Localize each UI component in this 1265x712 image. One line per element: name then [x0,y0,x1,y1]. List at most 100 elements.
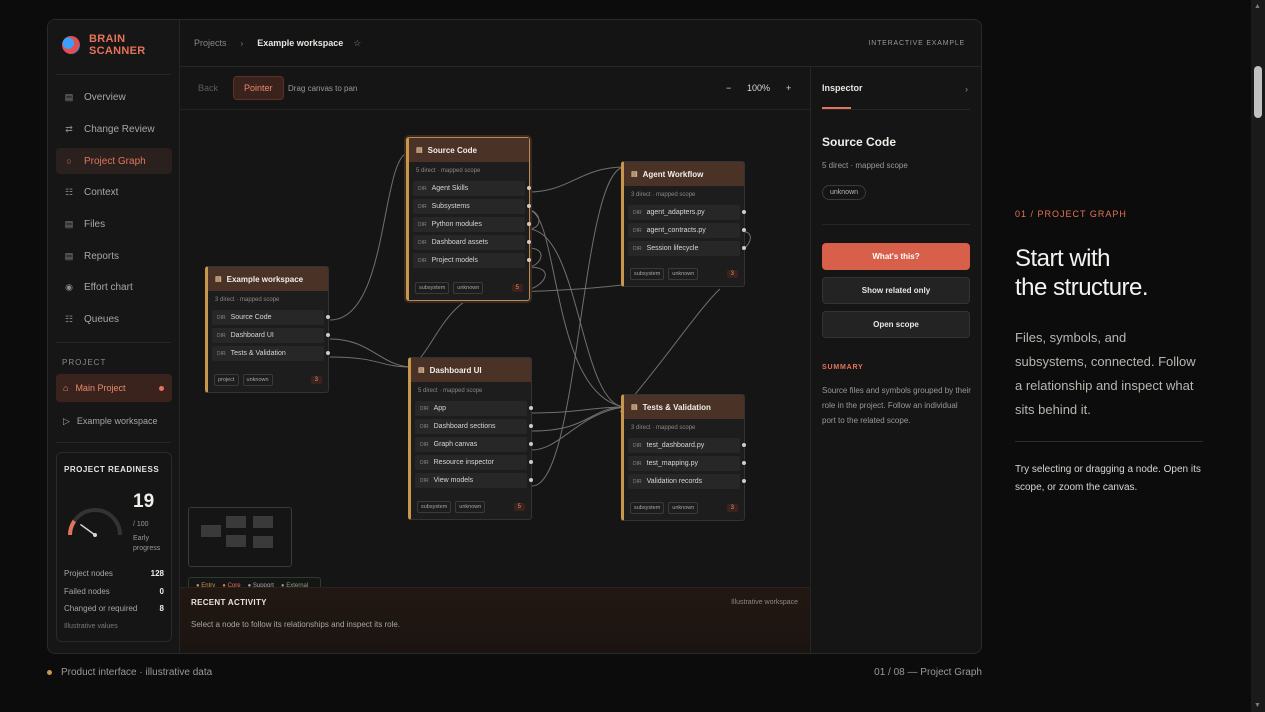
readiness-title: PROJECT READINESS [64,465,160,474]
divider [56,74,171,75]
nav-change-review[interactable]: ⇄ Change Review [56,116,172,142]
hero-kicker: 01 / PROJECT GRAPH [1015,209,1127,219]
nav-project-graph[interactable]: ○ Project Graph [56,148,172,174]
interactive-example-badge: INTERACTIVE EXAMPLE [868,39,965,47]
node-row[interactable]: DIR Dashboard assets [413,235,531,250]
node-row[interactable]: DIR Resource inspector [415,455,533,470]
node-row[interactable]: DIR Project models [413,253,531,268]
status-badge: unknown [822,185,867,200]
project-main[interactable]: ⌂ Main Project [56,374,172,402]
divider [56,442,171,443]
divider [56,342,171,343]
nav-context[interactable]: ☷ Context [56,179,172,205]
nav-overview[interactable]: ▤ Overview [56,84,172,110]
inspector-panel: Inspector › Source Code 5 direct · mappe… [810,67,981,653]
effort-chart-icon: ◉ [65,281,73,292]
node-row[interactable]: DIR test_dashboard.py [628,438,746,453]
project-section-label: PROJECT [62,358,107,367]
minimap-node [226,535,246,547]
brand-name: BRAIN SCANNER [89,33,146,57]
scroll-thumb[interactable] [1254,66,1262,118]
minimap-node [253,516,273,528]
node-row[interactable]: DIR View models [415,473,533,488]
minimap-node [253,536,273,548]
node-row[interactable]: DIR Subsystems [413,199,531,214]
folder-icon: ▤ [631,171,638,178]
active-dot [159,385,164,391]
activity-text: Select a node to follow its relationship… [191,620,401,629]
node-example-workspace[interactable]: ▤ Example workspace 3 direct · mapped sco… [205,266,330,393]
minimap-node [201,525,221,537]
node-source-code[interactable]: ▤ Source Code 5 direct · mapped scope DIR… [406,137,531,301]
tab-inspector[interactable]: Inspector [822,83,863,93]
footer-right: 01 / 08 — Project Graph [874,667,982,678]
illustrative-note: Illustrative values [64,623,118,630]
minimap-node [226,516,246,528]
brand[interactable]: BRAIN SCANNER [62,33,146,57]
page-scrollbar[interactable]: ▲ ▼ [1251,0,1265,712]
activity-badge: Illustrative workspace [731,599,798,606]
breadcrumb-projects[interactable]: Projects [194,38,227,48]
folder-icon: ▤ [631,404,638,411]
node-row[interactable]: DIR Graph canvas [415,437,533,452]
chevron-right-icon[interactable]: › [965,84,968,94]
node-row[interactable]: DIR Tests & Validation [212,346,330,361]
activity-title: RECENT ACTIVITY [191,598,267,607]
breadcrumb-current: Example workspace [257,38,344,48]
recent-activity: RECENT ACTIVITY Illustrative workspace S… [180,587,810,653]
stat-project-nodes: Project nodes 128 [64,569,164,578]
sidebar: BRAIN SCANNER ▤ Overview ⇄ Change Review ○ P… [48,20,180,653]
node-row[interactable]: DIR test_mapping.py [628,456,746,471]
readiness-score-sub: / 100 Early progress [133,521,161,552]
node-row[interactable]: DIR Session lifecycle [628,241,746,256]
folder-icon: ▤ [215,276,222,283]
node-row[interactable]: DIR Python modules [413,217,531,232]
open-scope-button[interactable]: Open scope [822,311,970,338]
reports-icon: ▤ [64,250,74,261]
context-icon: ☷ [64,186,74,197]
whats-this-button[interactable]: What's this? [822,243,970,270]
nav-files[interactable]: ▤ Files [56,211,172,237]
stat-failed-nodes: Failed nodes 0 [64,587,164,596]
app-window: BRAIN SCANNER ▤ Overview ⇄ Change Review ○ P… [47,19,982,654]
nav-queues[interactable]: ☷ Queues [56,306,172,332]
home-icon: ⌂ [63,383,69,393]
nav-effort-chart[interactable]: ◉ Effort chart [56,274,172,300]
stat-changed: Changed or required 8 [64,604,164,613]
chevron-right-icon: › [240,38,244,48]
readiness-gauge [68,508,122,537]
summary-label: SUMMARY [822,364,864,371]
node-row[interactable]: DIR agent_adapters.py [628,205,746,220]
node-row[interactable]: DIR Dashboard sections [415,419,533,434]
overview-icon: ▤ [64,91,74,102]
node-row[interactable]: DIR App [415,401,533,416]
queues-icon: ☷ [64,313,74,324]
readiness-score: 19 [133,491,155,512]
node-row[interactable]: DIR Dashboard UI [212,328,330,343]
graph-icon: ○ [66,156,72,166]
nav-reports[interactable]: ▤ Reports [56,243,172,269]
node-row[interactable]: DIR Validation records [628,474,746,489]
node-row[interactable]: DIR agent_contracts.py [628,223,746,238]
node-agent-workflow[interactable]: ▤ Agent Workflow 3 direct · mapped scope … [621,161,746,287]
hero-body: Files, symbols, and subsystems, connecte… [1015,330,1196,417]
show-related-button[interactable]: Show related only [822,277,970,304]
folder-icon: ▤ [416,147,423,154]
scroll-down-icon[interactable]: ▼ [1254,702,1261,709]
readiness-card: PROJECT READINESS 19 / 100 Early progress … [56,452,172,642]
minimap[interactable] [188,507,292,567]
graph-canvas[interactable]: Back Pointer Drag canvas to pan − 100% + [180,67,810,595]
change-review-icon: ⇄ [65,123,73,134]
brain-logo-icon [62,36,80,54]
footer-left: Product interface · illustrative data [47,667,212,678]
star-icon[interactable]: ☆ [353,38,361,49]
node-row[interactable]: DIR Agent Skills [413,181,531,196]
hero-title: Start with the structure. [1015,245,1149,301]
project-example-workspace[interactable]: ▷ Example workspace [56,407,172,435]
breadcrumb: Projects › Example workspace ☆ INTERACTI… [180,20,981,67]
node-tests-validation[interactable]: ▤ Tests & Validation 3 direct · mapped sc… [621,394,746,521]
scroll-up-icon[interactable]: ▲ [1254,3,1261,10]
node-row[interactable]: DIR Source Code [212,310,330,325]
node-dashboard-ui[interactable]: ▤ Dashboard UI 5 direct · mapped scope DI… [408,357,533,520]
inspector-title: Source Code [822,135,897,149]
